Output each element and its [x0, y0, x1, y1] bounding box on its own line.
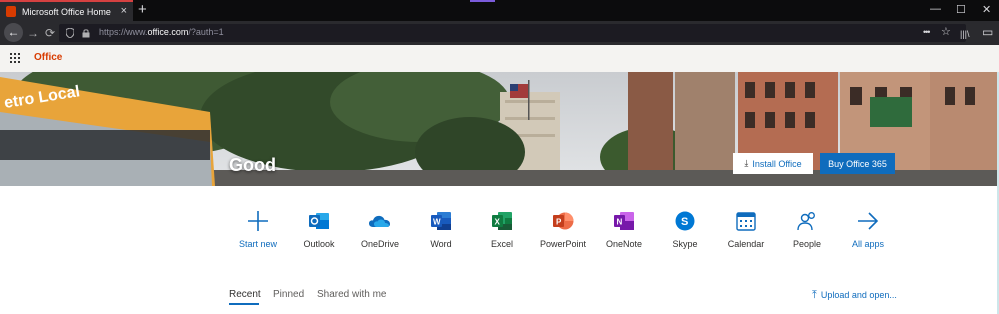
app-label: All apps — [851, 239, 885, 249]
browser-tab-strip: Microsoft Office Home × + — ☐ ✕ — [0, 0, 999, 21]
forward-icon[interactable]: → — [27, 25, 39, 41]
app-people[interactable]: People — [777, 210, 837, 249]
reload-icon[interactable]: ⟳ — [45, 25, 55, 41]
app-label: OneNote — [605, 239, 643, 249]
plus-icon — [247, 210, 269, 232]
skype-icon: S — [674, 210, 696, 232]
app-launcher-icon[interactable] — [10, 53, 20, 63]
onenote-icon: N — [613, 210, 635, 232]
sidebar-icon[interactable]: ▭ — [982, 24, 993, 40]
upload-and-open-link[interactable]: ⤒ Upload and open... — [812, 289, 897, 302]
arrow-right-icon — [857, 210, 879, 232]
office-header: Office — [0, 45, 999, 72]
browser-tab[interactable]: Microsoft Office Home × — [0, 0, 133, 21]
app-label: Start new — [238, 239, 278, 249]
browser-nav-bar: ← → ⟳ https://www.office.com/?auth=1 •••… — [0, 21, 999, 45]
install-office-button[interactable]: ⤓ Install Office — [733, 153, 813, 174]
svg-text:S: S — [681, 216, 688, 228]
app-word[interactable]: W Word — [411, 210, 471, 249]
app-label: Skype — [672, 239, 698, 249]
private-indicator — [470, 0, 495, 2]
onedrive-icon — [369, 210, 391, 232]
app-skype[interactable]: S Skype — [655, 210, 715, 249]
hero-banner: etro Local Good ⤓ Install Office Buy Off… — [0, 72, 999, 186]
app-all-apps[interactable]: All apps — [838, 210, 898, 249]
office-brand-link[interactable]: Office — [34, 52, 62, 63]
outlook-icon — [308, 210, 330, 232]
install-office-label: Install Office — [752, 158, 802, 169]
calendar-icon — [735, 210, 757, 232]
people-icon — [796, 210, 818, 232]
app-label: Excel — [490, 239, 513, 249]
app-start-new[interactable]: Start new — [228, 210, 288, 249]
download-icon: ⤓ — [744, 158, 749, 168]
lock-icon[interactable] — [82, 28, 90, 38]
app-label: Word — [430, 239, 452, 249]
upload-icon: ⤒ — [812, 289, 817, 301]
svg-text:X: X — [495, 218, 501, 227]
browser-tab-title: Microsoft Office Home — [22, 6, 111, 17]
app-onedrive[interactable]: OneDrive — [350, 210, 410, 249]
app-label: Calendar — [727, 239, 765, 249]
bookmark-star-icon[interactable]: ☆ — [941, 25, 951, 38]
office-favicon-icon — [6, 6, 16, 17]
app-outlook[interactable]: Outlook — [289, 210, 349, 249]
svg-text:N: N — [617, 218, 623, 227]
buy-office-button[interactable]: Buy Office 365 — [820, 153, 895, 174]
new-tab-icon[interactable]: + — [138, 1, 147, 19]
tab-recent[interactable]: Recent — [229, 289, 261, 300]
excel-icon: X — [491, 210, 513, 232]
tab-pinned[interactable]: Pinned — [273, 289, 304, 300]
back-icon[interactable]: ← — [4, 23, 23, 42]
close-window-icon[interactable]: ✕ — [982, 3, 991, 16]
apps-row: Start new Outlook OneDrive W Word X Exce… — [232, 210, 902, 255]
url-bar[interactable]: https://www.office.com/?auth=1 ••• ☆ — [59, 24, 966, 42]
library-icon[interactable]: |||\ — [960, 26, 970, 42]
minimize-icon[interactable]: — — [930, 3, 941, 15]
app-onenote[interactable]: N OneNote — [594, 210, 654, 249]
app-calendar[interactable]: Calendar — [716, 210, 776, 249]
url-text: https://www.office.com/?auth=1 — [99, 27, 224, 37]
svg-text:W: W — [433, 218, 441, 227]
page-actions-icon[interactable]: ••• — [923, 27, 931, 37]
powerpoint-icon: P — [552, 210, 574, 232]
tab-shared-with-me[interactable]: Shared with me — [317, 289, 386, 300]
maximize-icon[interactable]: ☐ — [956, 3, 966, 16]
app-label: PowerPoint — [539, 239, 587, 249]
app-label: OneDrive — [360, 239, 399, 249]
close-tab-icon[interactable]: × — [121, 5, 127, 17]
svg-text:P: P — [556, 218, 562, 227]
app-label: Outlook — [303, 239, 335, 249]
app-label: People — [792, 239, 822, 249]
upload-label: Upload and open... — [820, 290, 897, 300]
app-excel[interactable]: X Excel — [472, 210, 532, 249]
app-powerpoint[interactable]: P PowerPoint — [533, 210, 593, 249]
active-tab-underline — [229, 303, 259, 305]
shield-icon[interactable] — [66, 28, 74, 38]
greeting-text: Good — [229, 155, 276, 175]
word-icon: W — [430, 210, 452, 232]
